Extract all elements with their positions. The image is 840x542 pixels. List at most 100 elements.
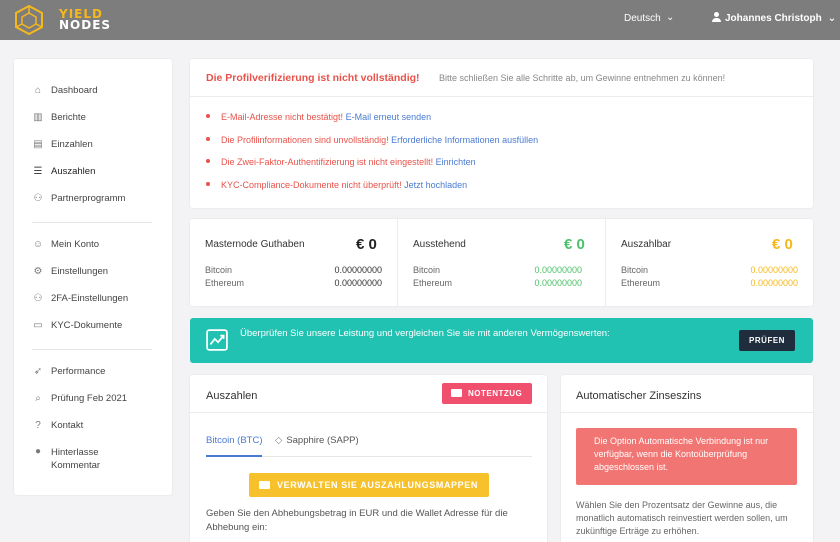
verification-card: Die Profilverifizierung ist nicht vollst…: [190, 59, 813, 208]
sidebar-item-mein-konto[interactable]: ☺ Mein Konto: [32, 239, 99, 251]
balances-card: Masternode Guthaben € 0 Bitcoin 0.000000…: [190, 219, 813, 306]
id-card-icon: ▭: [33, 320, 43, 331]
balance-value: € 0: [564, 236, 585, 253]
balance-title: Ausstehend: [413, 239, 466, 250]
sidebar-item-label: KYC-Dokumente: [51, 320, 123, 331]
sidebar-item-dashboard[interactable]: ⌂ Dashboard: [32, 85, 98, 97]
sidebar-divider: [32, 222, 152, 223]
tab-sapphire[interactable]: ◇ Sapphire (SAPP): [275, 435, 359, 446]
chevron-down-icon: ⌄: [666, 12, 675, 23]
balance-row-label: Bitcoin: [621, 265, 649, 275]
user-menu[interactable]: Johannes Christoph ⌄: [712, 12, 836, 24]
bullet-icon: [206, 137, 210, 141]
verification-subtitle: Bitte schließen Sie alle Schritte ab, um…: [439, 73, 726, 83]
sidebar-item-performance[interactable]: ➶ Performance: [32, 366, 106, 378]
comment-icon: ●: [34, 446, 42, 457]
balance-row-label: Bitcoin: [413, 265, 441, 275]
balance-title: Auszahlbar: [621, 239, 672, 250]
user-icon: ☺: [32, 239, 44, 250]
verification-item: KYC-Compliance-Dokumente nicht überprüft…: [206, 180, 467, 190]
balance-value: € 0: [356, 236, 377, 253]
chart-line-icon: [206, 329, 228, 351]
verification-title: Die Profilverifizierung ist nicht vollst…: [206, 72, 420, 84]
logo-line2: NODES: [59, 18, 112, 32]
balance-row-label: Ethereum: [413, 278, 453, 288]
balance-pending: Ausstehend € 0 Bitcoin 0.00000000 Ethere…: [397, 219, 605, 306]
balance-row-label: Ethereum: [621, 278, 661, 288]
sidebar-item-label: Einzahlen: [51, 139, 93, 150]
compound-title: Automatischer Zinseszins: [576, 390, 702, 402]
rocket-icon: ➶: [33, 366, 43, 377]
balance-title: Masternode Guthaben: [205, 239, 305, 250]
sidebar-item-label: Dashboard: [51, 85, 98, 96]
gear-icon: ⚙: [33, 266, 43, 277]
sidebar-divider: [32, 349, 152, 350]
withdraw-card: Auszahlen NOTENTZUG Bitcoin (BTC) ◇ Sapph…: [190, 375, 547, 542]
sidebar-item-label: Hinterlasse: [51, 447, 99, 458]
sidebar-item-label: Einstellungen: [51, 266, 109, 277]
divider: [190, 96, 813, 97]
bullet-icon: [206, 159, 210, 163]
sidebar-item-label: Auszahlen: [51, 166, 96, 177]
users-icon: ⚇: [33, 193, 43, 204]
resend-email-link[interactable]: E-Mail erneut senden: [346, 112, 432, 122]
diamond-icon: ◇: [275, 435, 283, 446]
balance-row-label: Bitcoin: [205, 265, 233, 275]
divider: [190, 412, 547, 413]
tab-bitcoin[interactable]: Bitcoin (BTC): [206, 435, 262, 446]
balance-row-value: 0.00000000: [750, 265, 798, 275]
sidebar-item-label: Kontakt: [51, 420, 84, 431]
verification-item: E-Mail-Adresse nicht bestätigt! E-Mail e…: [206, 112, 431, 122]
verification-item: Die Profilinformationen sind unvollständ…: [206, 135, 538, 145]
sidebar-item-einstellungen[interactable]: ⚙ Einstellungen: [32, 266, 109, 278]
tab-underline: [206, 455, 262, 457]
verification-item: Die Zwei-Faktor-Authentifizierung ist ni…: [206, 157, 476, 167]
folder-icon: [259, 481, 270, 489]
withdraw-title: Auszahlen: [206, 390, 258, 402]
sidebar-item-einzahlen[interactable]: ▤ Einzahlen: [32, 139, 93, 151]
language-selector[interactable]: Deutsch ⌄: [624, 12, 674, 24]
sidebar: ⌂ Dashboard ▥ Berichte ▤ Einzahlen ☰ Auszahl…: [14, 59, 172, 495]
setup-2fa-link[interactable]: Einrichten: [436, 157, 476, 167]
sidebar-item-label: Partnerprogramm: [51, 193, 126, 204]
sidebar-item-kyc-dokumente[interactable]: ▭ KYC-Dokumente: [32, 320, 122, 332]
sidebar-item-auszahlen[interactable]: ☰ Auszahlen: [32, 166, 96, 178]
balance-row-value: 0.00000000: [334, 278, 382, 288]
compound-alert: Die Option Automatische Verbindung ist n…: [576, 428, 797, 485]
sidebar-item-label: Kommentar: [51, 460, 101, 471]
sidebar-item-label: 2FA-Einstellungen: [51, 293, 129, 304]
balance-row-value: 0.00000000: [750, 278, 798, 288]
sidebar-item-kontakt[interactable]: ? Kontakt: [32, 420, 83, 432]
check-button[interactable]: PRÜFEN: [739, 330, 795, 351]
logo[interactable]: YIELD NODES: [12, 4, 110, 36]
sidebar-item-kommentar[interactable]: ● Hinterlasse Kommentar: [32, 446, 100, 472]
upload-kyc-link[interactable]: Jetzt hochladen: [404, 180, 467, 190]
balance-value: € 0: [772, 236, 793, 253]
sidebar-item-label: Performance: [51, 366, 106, 377]
search-icon: ⌕: [35, 393, 41, 404]
user-name: Johannes Christoph: [725, 13, 822, 24]
sidebar-item-partnerprogramm[interactable]: ⚇ Partnerprogramm: [32, 193, 126, 205]
user-icon: [712, 12, 721, 22]
sidebar-item-label: Berichte: [51, 112, 86, 123]
balance-masternode: Masternode Guthaben € 0 Bitcoin 0.000000…: [190, 219, 397, 306]
chevron-down-icon: ⌄: [827, 13, 837, 24]
sidebar-item-pruefung[interactable]: ⌕ Prüfung Feb 2021: [32, 393, 127, 405]
chart-icon: ▥: [33, 112, 43, 123]
balance-withdrawable: Auszahlbar € 0 Bitcoin 0.00000000 Ethere…: [605, 219, 813, 306]
emergency-withdraw-button[interactable]: NOTENTZUG: [442, 383, 532, 404]
compound-description: Wählen Sie den Prozentsatz der Gewinne a…: [576, 500, 788, 536]
auto-compound-card: Automatischer Zinseszins Die Option Auto…: [561, 375, 813, 542]
sidebar-item-berichte[interactable]: ▥ Berichte: [32, 112, 86, 124]
withdraw-instructions: Geben Sie den Abhebungsbetrag in EUR und…: [206, 508, 508, 533]
users-lock-icon: ⚇: [33, 293, 43, 304]
sidebar-item-2fa-einstellungen[interactable]: ⚇ 2FA-Einstellungen: [32, 293, 129, 305]
truck-icon: [451, 389, 462, 397]
briefcase-icon: ▤: [33, 139, 43, 150]
logo-cube-icon: [15, 4, 43, 36]
home-icon: ⌂: [34, 85, 42, 96]
manage-withdraw-folders-button[interactable]: VERWALTEN SIE AUSZAHLUNGSMAPPEN: [249, 473, 489, 497]
fill-profile-link[interactable]: Erforderliche Informationen ausfüllen: [391, 135, 538, 145]
language-label: Deutsch: [624, 13, 661, 24]
banner-text: Überprüfen Sie unsere Leistung und vergl…: [240, 328, 610, 339]
